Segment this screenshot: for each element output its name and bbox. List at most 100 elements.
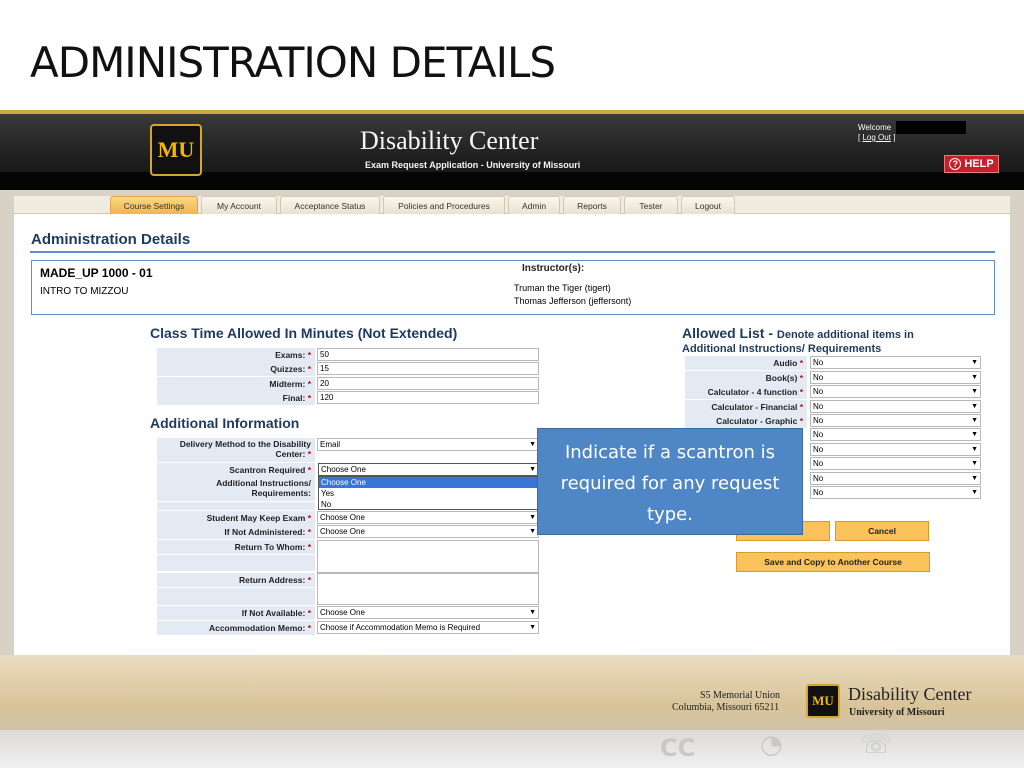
quizzes-input[interactable]: 15	[317, 362, 539, 375]
required-mark: *	[307, 350, 311, 360]
scantron-option-choose[interactable]: Choose One	[319, 477, 538, 488]
allowed-select-audio[interactable]: No ▼	[810, 356, 981, 369]
memo-value: Choose if Accommodation Memo is Required	[320, 623, 481, 632]
final-input[interactable]: 120	[317, 391, 539, 404]
tab-acceptance-status[interactable]: Acceptance Status	[280, 196, 380, 214]
return-whom-textarea[interactable]	[317, 540, 539, 573]
delivery-method-value: Email	[320, 440, 341, 449]
closed-caption-icon: CC	[660, 734, 696, 762]
accommodation-memo-label: Accommodation Memo: *	[157, 621, 315, 635]
question-icon: ?	[949, 158, 962, 170]
not-available-select[interactable]: Choose One ▼	[317, 606, 539, 619]
allowed-select-calc-financial[interactable]: No ▼	[810, 400, 981, 413]
memo-label-text: Accommodation Memo:	[208, 623, 306, 633]
logo-text: MU	[157, 137, 195, 162]
return-address-textarea[interactable]	[317, 573, 539, 605]
row-spacer	[157, 588, 315, 605]
save-copy-button[interactable]: Save and Copy to Another Course	[736, 552, 930, 572]
allowed-value: No	[813, 416, 824, 425]
required-mark: *	[307, 575, 311, 585]
allowed-select[interactable]: No ▼	[810, 443, 981, 456]
required-mark: *	[307, 449, 311, 459]
midterm-label-text: Midterm:	[269, 379, 306, 389]
allowed-label-text: Book(s)	[765, 373, 798, 383]
scantron-label-text: Scantron Required	[229, 465, 306, 475]
tab-my-account[interactable]: My Account	[201, 196, 277, 214]
dropdown-arrow-icon: ▼	[971, 446, 978, 453]
dropdown-arrow-icon: ▼	[971, 359, 978, 366]
tab-course-settings[interactable]: Course Settings	[110, 196, 198, 214]
allowed-select[interactable]: No ▼	[810, 486, 981, 499]
help-button[interactable]: ? HELP	[944, 155, 999, 173]
return-whom-label: Return To Whom: *	[157, 540, 315, 554]
required-mark: *	[307, 542, 311, 552]
required-mark: *	[307, 465, 311, 475]
allowed-label-text: Calculator - Graphic	[716, 416, 798, 426]
footer-address-line-1: S5 Memorial Union	[700, 690, 780, 701]
instructors-label: Instructor(s):	[522, 263, 585, 274]
required-mark: *	[799, 402, 803, 412]
exams-label-text: Exams:	[275, 350, 306, 360]
dropdown-arrow-icon: ▼	[529, 466, 536, 473]
allowed-value: No	[813, 474, 824, 483]
not-administered-select[interactable]: Choose One ▼	[317, 525, 539, 538]
tab-policies-procedures[interactable]: Policies and Procedures	[383, 196, 505, 214]
cancel-button[interactable]: Cancel	[835, 521, 929, 541]
dropdown-arrow-icon: ▼	[971, 460, 978, 467]
allowed-label-calc-financial: Calculator - Financial *	[685, 400, 807, 414]
midterm-input[interactable]: 20	[317, 377, 539, 390]
allowed-value: No	[813, 445, 824, 454]
allowed-value: No	[813, 402, 824, 411]
required-mark: *	[799, 373, 803, 383]
additional-info-heading: Additional Information	[150, 415, 300, 431]
allowed-select[interactable]: No ▼	[810, 472, 981, 485]
allowed-label-text: Calculator - Financial	[711, 402, 798, 412]
accommodation-memo-select[interactable]: Choose if Accommodation Memo is Required…	[317, 621, 539, 634]
instructions-label-line-1: Additional Instructions/	[216, 478, 311, 488]
dropdown-arrow-icon: ▼	[529, 528, 536, 535]
final-label-text: Final:	[282, 393, 306, 403]
scantron-option-yes[interactable]: Yes	[319, 488, 538, 499]
tab-reports[interactable]: Reports	[563, 196, 621, 214]
scantron-value: Choose One	[321, 465, 366, 474]
allowed-select[interactable]: No ▼	[810, 428, 981, 441]
instructor-name: Thomas Jefferson (jeffersont)	[514, 296, 632, 306]
class-time-heading: Class Time Allowed In Minutes (Not Exten…	[150, 325, 458, 341]
allowed-select-books[interactable]: No ▼	[810, 371, 981, 384]
footer-title: Disability Center	[848, 684, 972, 704]
exams-input[interactable]: 50	[317, 348, 539, 361]
allowed-select-calc-graphic[interactable]: No ▼	[810, 414, 981, 427]
additional-instructions-label: Additional Instructions/ Requirements:	[157, 477, 315, 501]
dropdown-arrow-icon: ▼	[971, 374, 978, 381]
keep-exam-select[interactable]: Choose One ▼	[317, 511, 539, 524]
tab-tester[interactable]: Tester	[624, 196, 678, 214]
quizzes-label-text: Quizzes:	[270, 364, 306, 374]
heading-divider	[30, 251, 995, 253]
required-mark: *	[307, 379, 311, 389]
dropdown-arrow-icon: ▼	[529, 441, 536, 448]
phone-icon: ☏	[860, 730, 893, 760]
page-heading: Administration Details	[31, 231, 191, 248]
scantron-select[interactable]: Choose One ▼	[318, 463, 539, 476]
logout-link[interactable]: Log Out	[862, 133, 890, 142]
footer-logo-text: MU	[812, 693, 834, 708]
callout-box: Indicate if a scantron is required for a…	[537, 428, 803, 535]
course-code: MADE_UP 1000 - 01	[40, 266, 153, 280]
allowed-select-calc-4function[interactable]: No ▼	[810, 385, 981, 398]
required-mark: *	[307, 527, 311, 537]
scantron-dropdown-list: Choose One Yes No	[318, 476, 539, 510]
help-label: HELP	[964, 158, 994, 170]
delivery-method-label: Delivery Method to the Disability Center…	[157, 438, 315, 462]
required-mark: *	[799, 416, 803, 426]
allowed-select[interactable]: No ▼	[810, 457, 981, 470]
not-administered-value: Choose One	[320, 527, 365, 536]
allowed-label-calc-graphic: Calculator - Graphic *	[685, 414, 807, 428]
delivery-method-select[interactable]: Email ▼	[317, 438, 539, 451]
scantron-option-no[interactable]: No	[319, 499, 538, 510]
tab-logout[interactable]: Logout	[681, 196, 735, 214]
redacted-username	[896, 121, 966, 134]
allowed-value: No	[813, 373, 824, 382]
tab-admin[interactable]: Admin	[508, 196, 560, 214]
allowed-note-line-1: Denote additional items in	[776, 329, 914, 341]
logout-area: [ Log Out ]	[858, 133, 895, 142]
